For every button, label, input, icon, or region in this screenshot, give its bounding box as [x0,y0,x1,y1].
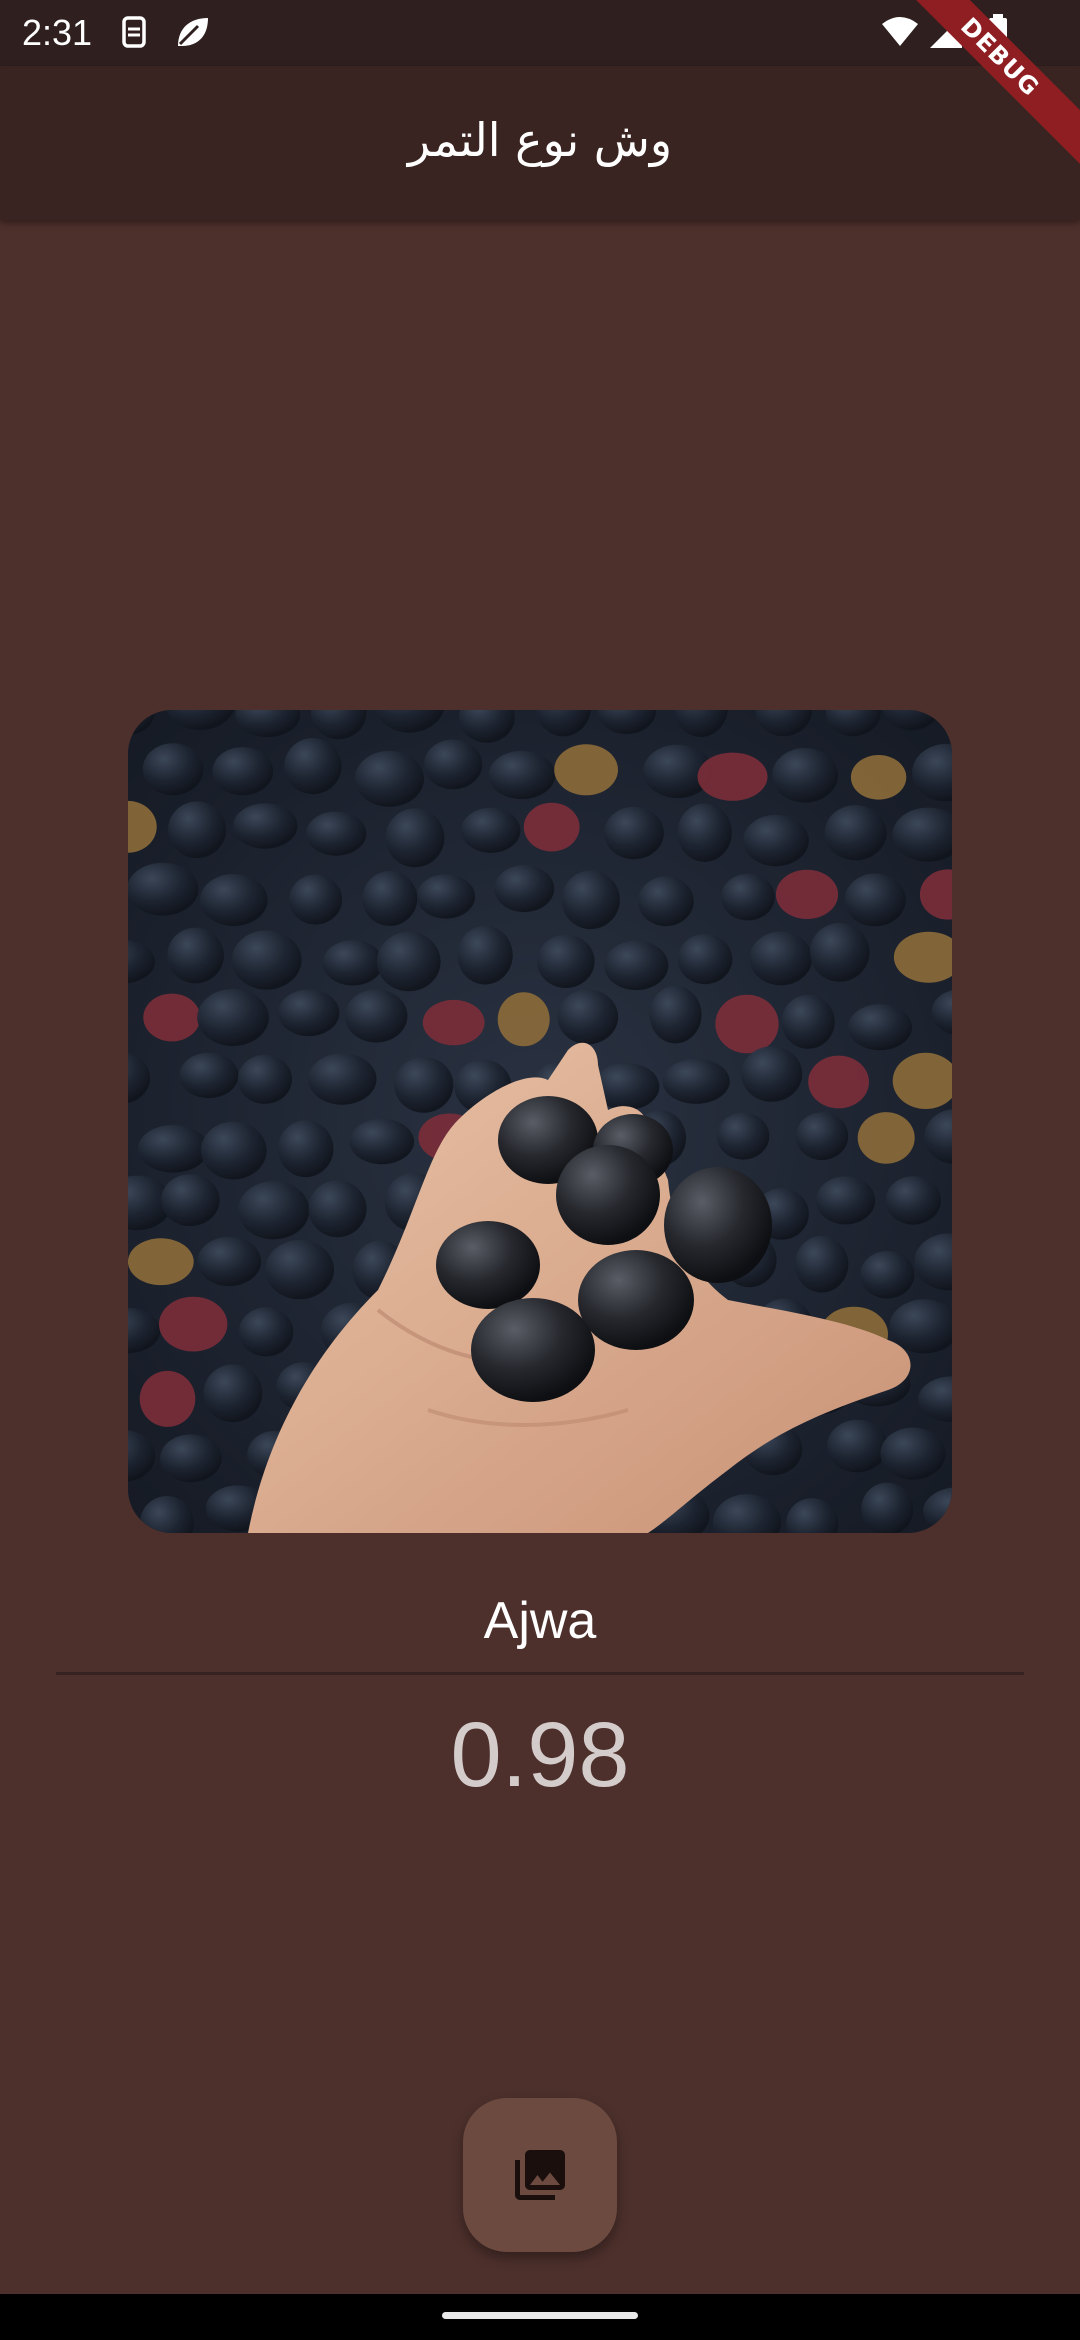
app-bar: وش نوع التمر [0,66,1080,220]
status-time: 2:31 [22,12,93,53]
photo-library-icon [515,2150,565,2200]
result-label: Ajwa [483,1592,597,1650]
navigation-bar [0,2294,1080,2340]
app-title: وش نوع التمر [407,113,673,167]
hand-holding-dates-photo [128,710,952,1533]
result-score: 0.98 [450,1704,630,1806]
home-gesture-handle[interactable] [442,2312,638,2319]
result-divider [56,1672,1024,1675]
leaf-icon [172,12,212,52]
pick-image-button[interactable] [463,2098,617,2252]
sim-card-icon [114,12,154,52]
wifi-icon [880,12,920,52]
status-bar: 2:31 [0,0,1080,66]
app-screen: 2:31 DEBUG وش نوع التمر Ajwa 0.98 [0,0,1080,2340]
photo-card [128,710,952,1533]
